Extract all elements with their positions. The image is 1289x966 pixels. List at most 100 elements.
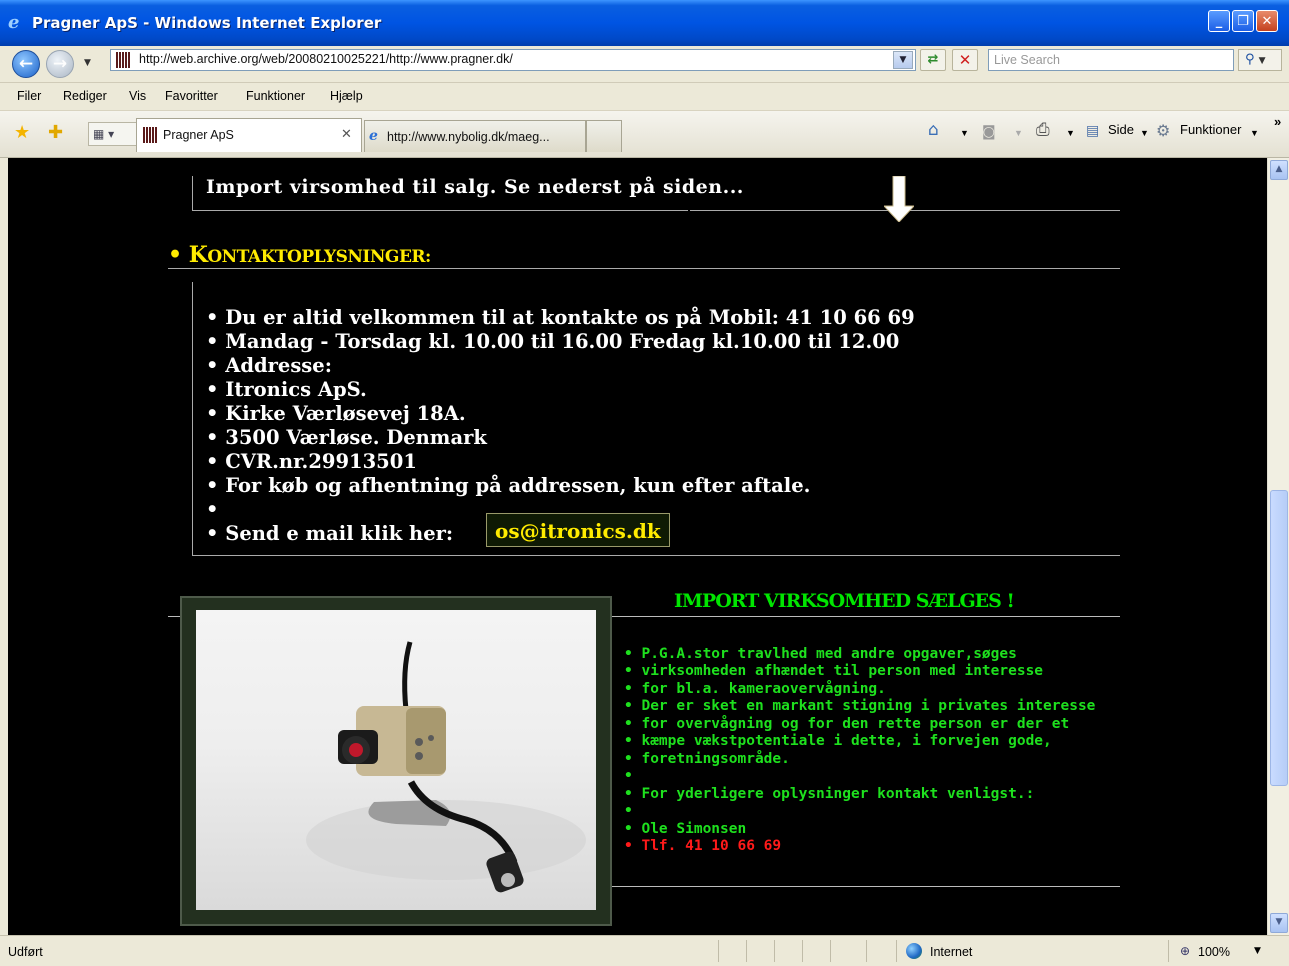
page-viewport: Import virsomhed til salg. Se nederst på… [8, 158, 1267, 935]
sale-line: • for overvågning og for den rette perso… [624, 716, 1070, 732]
divider [896, 940, 897, 962]
window-title: Pragner ApS - Windows Internet Explorer [32, 14, 382, 32]
search-icon: ⚲ [1245, 52, 1255, 67]
divider [192, 210, 688, 211]
menu-file[interactable]: Filer [17, 89, 41, 103]
divider [612, 616, 1120, 617]
refresh-button[interactable]: ⇄ [920, 49, 946, 71]
section-heading: • KONTAKTOPLYSNINGER: [168, 242, 431, 268]
product-photo-frame [180, 596, 612, 926]
divider [718, 940, 719, 962]
contact-line: • Du er altid velkommen til at kontakte … [206, 306, 915, 329]
zoom-dropdown-icon[interactable]: ▼ [1254, 946, 1261, 956]
sale-line: • For yderligere oplysninger kontakt ven… [624, 786, 1035, 802]
tools-menu[interactable]: Funktioner [1180, 122, 1241, 137]
tab-close-icon[interactable]: ✕ [341, 127, 352, 142]
sale-line: • [624, 768, 633, 784]
divider [866, 940, 867, 962]
menu-edit[interactable]: Rediger [63, 89, 107, 103]
contact-line: • Kirke Værløsevej 18A. [206, 402, 466, 425]
page-menu[interactable]: Side [1108, 122, 1134, 137]
camera-photo [196, 610, 596, 910]
scroll-down-icon[interactable]: ▼ [1270, 913, 1288, 933]
divider [168, 268, 1120, 269]
tab-favicon-icon [143, 127, 157, 143]
back-button[interactable]: ← [12, 50, 40, 78]
address-dropdown-icon[interactable]: ▼ [893, 51, 913, 69]
page-dropdown-icon[interactable]: ▼ [1140, 128, 1149, 138]
minimize-button[interactable]: _ [1208, 10, 1230, 32]
contact-line: • Send e mail klik her: [206, 522, 454, 545]
menu-tools[interactable]: Funktioner [246, 89, 305, 103]
tab-label: http://www.nybolig.dk/maeg... [387, 130, 550, 144]
address-field[interactable]: http://web.archive.org/web/2008021002522… [110, 49, 916, 71]
divider [612, 886, 1120, 887]
scroll-thumb[interactable] [1270, 490, 1288, 786]
divider [1168, 940, 1169, 962]
contact-line: • [206, 498, 219, 521]
contact-person: • Ole Simonsen [624, 821, 747, 837]
sale-line: • for bl.a. kameraovervågning. [624, 681, 886, 697]
search-button[interactable]: ⚲ ▼ [1238, 49, 1282, 71]
favorites-center-icon[interactable]: ★ [14, 122, 30, 143]
contact-line: • Itronics ApS. [206, 378, 367, 401]
history-dropdown-icon[interactable]: ▼ [84, 58, 91, 68]
search-input[interactable]: Live Search [988, 49, 1234, 71]
import-note: Import virsomhed til salg. Se nederst på… [206, 176, 744, 198]
home-dropdown-icon[interactable]: ▼ [960, 128, 969, 138]
ie-logo-icon: e [8, 12, 20, 33]
menu-view[interactable]: Vis [129, 89, 146, 103]
sale-line: • [624, 803, 633, 819]
close-button[interactable]: ✕ [1256, 10, 1278, 32]
camera-icon [306, 641, 586, 893]
divider [746, 940, 747, 962]
gear-icon: ⚙ [1156, 121, 1171, 140]
tools-dropdown-icon[interactable]: ▼ [1250, 128, 1259, 138]
email-link[interactable]: os@itronics.dk [486, 513, 670, 547]
menu-favorites[interactable]: Favoritter [165, 89, 218, 103]
zoom-icon[interactable]: ⊕ [1180, 944, 1190, 958]
search-placeholder: Live Search [994, 53, 1061, 67]
vertical-scrollbar[interactable]: ▲ ▼ [1267, 158, 1289, 935]
add-favorite-icon[interactable]: ✚ [48, 122, 63, 143]
feeds-dropdown-icon: ▼ [1014, 128, 1023, 138]
sale-heading: IMPORT VIRKSOMHED SÆLGES ! [674, 590, 1015, 612]
security-zone: Internet [930, 945, 973, 959]
divider [192, 176, 193, 211]
stop-button[interactable]: ✕ [952, 49, 978, 71]
maximize-button[interactable]: ❐ [1232, 10, 1254, 32]
contact-line: • CVR.nr.29913501 [206, 450, 417, 473]
tab-label: Pragner ApS [163, 128, 234, 142]
feeds-icon[interactable]: ◙ [982, 124, 996, 140]
tab-nybolig[interactable]: e http://www.nybolig.dk/maeg... [364, 120, 586, 152]
menu-help[interactable]: Hjælp [330, 89, 363, 103]
contact-line: • For køb og afhentning på addressen, ku… [206, 474, 811, 497]
sale-line: • Der er sket en markant stigning i priv… [624, 698, 1096, 714]
toolbar-overflow-icon[interactable]: » [1274, 114, 1281, 129]
quick-tabs-button[interactable]: ▦ ▾ [88, 122, 140, 146]
print-icon[interactable]: ⎙ [1036, 120, 1050, 140]
sale-line: • foretningsområde. [624, 751, 790, 767]
tab-pragner[interactable]: Pragner ApS ✕ [136, 118, 362, 152]
site-favicon-icon [116, 52, 130, 68]
sale-line: • P.G.A.stor travlhed med andre opgaver,… [624, 646, 1017, 662]
home-icon[interactable]: ⌂ [928, 120, 939, 140]
scroll-up-icon[interactable]: ▲ [1270, 160, 1288, 180]
down-arrow-icon [884, 176, 914, 222]
contact-line: • Mandag - Torsdag kl. 10.00 til 16.00 F… [206, 330, 900, 353]
internet-zone-icon [906, 943, 922, 959]
new-tab-button[interactable] [586, 120, 622, 152]
zoom-level[interactable]: 100% [1198, 945, 1230, 959]
print-dropdown-icon[interactable]: ▼ [1066, 128, 1075, 138]
forward-button[interactable]: → [46, 50, 74, 78]
address-text[interactable]: http://web.archive.org/web/2008021002522… [139, 52, 513, 66]
divider [802, 940, 803, 962]
divider [830, 940, 831, 962]
status-text: Udført [8, 945, 43, 959]
page-icon: ▤ [1086, 123, 1100, 139]
contact-line: • Addresse: [206, 354, 332, 377]
ie-page-icon: e [369, 128, 378, 144]
divider [774, 940, 775, 962]
sale-line: • virksomheden afhændet til person med i… [624, 663, 1044, 679]
contact-line: • 3500 Værløse. Denmark [206, 426, 487, 449]
